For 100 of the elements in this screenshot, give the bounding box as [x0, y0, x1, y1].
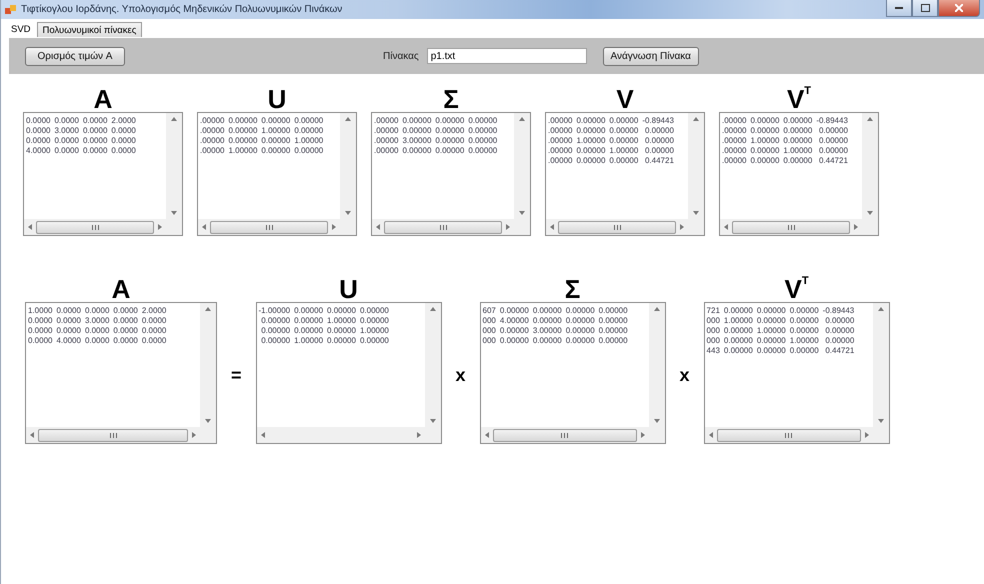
vertical-scrollbar[interactable] — [424, 303, 441, 427]
maximize-icon — [920, 4, 930, 12]
scroll-down-icon[interactable] — [171, 211, 177, 215]
matrix-value: 1.00000 — [576, 136, 606, 146]
scroll-right-icon[interactable] — [680, 224, 684, 230]
matrix-value: 0.0000 — [113, 306, 138, 316]
scroll-right-icon[interactable] — [640, 432, 645, 438]
matrix-value: 000 — [482, 316, 496, 326]
scroll-up-icon[interactable] — [171, 117, 177, 121]
scroll-down-icon[interactable] — [693, 211, 699, 215]
vertical-scrollbar[interactable] — [688, 113, 704, 219]
matrix-listbox[interactable]: 1.0000 0.0000 0.0000 0.0000 2.0000 0.0000 0.0000 3.0000 0.0000 0.0000 0.0000 0.0000 0.0000 0.0000 0.0000 0.0000 4.0000 0.0000 0.0000 0.0000 — [25, 302, 217, 444]
scroll-left-icon[interactable] — [484, 432, 489, 438]
scroll-left-icon[interactable] — [550, 224, 554, 230]
scroll-right-icon[interactable] — [332, 224, 336, 230]
tab[interactable]: Πολυωνυμικοί πίνακες — [36, 22, 142, 37]
scroll-thumb[interactable] — [384, 220, 502, 234]
scroll-up-icon[interactable] — [345, 117, 351, 121]
scroll-left-icon[interactable] — [202, 224, 206, 230]
scroll-right-icon[interactable] — [506, 224, 510, 230]
scroll-down-icon[interactable] — [345, 211, 351, 215]
matrix-value: 0.00000 — [261, 146, 290, 156]
file-field[interactable]: p1.txt — [426, 48, 587, 64]
operator-sign: x — [456, 364, 466, 386]
matrix-listbox[interactable]: -1.00000 0.00000 0.00000 0.00000 0.00000 0.00000 1.00000 0.00000 0.00000 0.00000 0.00000 1.00000 0.00000 1.00000 0.00000 0.00000 — [256, 302, 442, 444]
matrix-value: 0.00000 — [756, 306, 786, 316]
matrix-value: 0.00000 — [609, 116, 638, 126]
matrix-value: 0.00000 — [818, 126, 848, 136]
scroll-up-icon[interactable] — [654, 307, 660, 311]
matrix-listbox[interactable]: .00000 0.00000 0.00000 0.00000 .00000 0.00000 0.00000 0.00000 .00000 3.00000 0.00000 0.00000 .00000 0.00000 0.00000 0.00000 — [371, 112, 531, 236]
matrix-value: 0.00000 — [644, 126, 674, 136]
matrix-value: .00000 — [548, 156, 572, 166]
matrix-listbox[interactable]: .00000 0.00000 0.00000 -0.89443 .00000 0.00000 0.00000 0.00000 .00000 1.00000 0.00000 0.00000 .00000 0.00000 1.00000 0.00000 .00000 0.00000 0.00000 0.44721 — [545, 112, 705, 236]
scroll-up-icon[interactable] — [430, 307, 436, 311]
horizontal-scrollbar[interactable] — [546, 219, 688, 235]
horizontal-scrollbar[interactable] — [198, 219, 340, 235]
scroll-up-icon[interactable] — [693, 117, 699, 121]
vertical-scrollbar[interactable] — [340, 113, 356, 219]
scroll-up-icon[interactable] — [205, 307, 211, 311]
matrix-listbox[interactable]: 0.0000 0.0000 0.0000 2.0000 0.0000 3.0000 0.0000 0.0000 0.0000 0.0000 0.0000 0.0000 4.0000 0.0000 0.0000 0.0000 — [23, 112, 183, 236]
matrix-value: 0.0000 — [82, 126, 108, 136]
matrix-value: 0.0000 — [56, 316, 81, 326]
scroll-down-icon[interactable] — [867, 211, 873, 215]
vertical-scrollbar[interactable] — [166, 113, 182, 219]
minimize-button[interactable] — [886, 0, 912, 17]
scroll-down-icon[interactable] — [654, 419, 660, 423]
grip-icon — [440, 224, 446, 230]
matrix-listbox[interactable]: 721 0.00000 0.00000 0.00000 -0.89443 000 1.00000 0.00000 0.00000 0.00000 000 0.00000 1.00000 0.00000 0.00000 000 0.00000 0.00000 1.00000 0.00000 443 0.00000 0.00000 0.00000 0.44721 — [704, 302, 890, 444]
scroll-thumb[interactable] — [716, 428, 861, 442]
scroll-thumb[interactable] — [38, 428, 188, 442]
scroll-up-icon[interactable] — [867, 117, 873, 121]
scroll-thumb[interactable] — [210, 220, 328, 234]
scroll-right-icon[interactable] — [854, 224, 858, 230]
scroll-thumb[interactable] — [558, 220, 676, 234]
matrix-value: 0.00000 — [576, 116, 606, 126]
horizontal-scrollbar[interactable] — [26, 427, 200, 443]
define-values-button[interactable]: Ορισμός τιμών A — [25, 46, 125, 66]
close-button[interactable] — [938, 0, 980, 17]
scroll-right-icon[interactable] — [158, 224, 162, 230]
vertical-scrollbar[interactable] — [872, 303, 889, 427]
scroll-thumb[interactable] — [492, 428, 637, 442]
vertical-scrollbar[interactable] — [862, 113, 878, 219]
scroll-thumb[interactable] — [36, 220, 154, 234]
scroll-right-icon[interactable] — [192, 432, 196, 438]
scroll-left-icon[interactable] — [28, 224, 32, 230]
horizontal-scrollbar[interactable] — [720, 219, 862, 235]
matrix-heading: Σ — [443, 86, 459, 112]
scroll-thumb[interactable] — [732, 220, 850, 234]
scroll-up-icon[interactable] — [519, 117, 525, 121]
matrix-value: 0.00000 — [500, 306, 529, 316]
matrix-listbox[interactable]: .00000 0.00000 0.00000 -0.89443 .00000 0.00000 0.00000 0.00000 .00000 1.00000 0.00000 0.00000 .00000 0.00000 1.00000 0.00000 .00000 0.00000 0.00000 0.44721 — [719, 112, 879, 236]
matrix-value: 0.00000 — [598, 336, 628, 346]
grip-icon — [266, 224, 272, 230]
scroll-left-icon[interactable] — [260, 432, 265, 438]
scroll-down-icon[interactable] — [519, 211, 525, 215]
scroll-left-icon[interactable] — [724, 224, 728, 230]
scroll-down-icon[interactable] — [878, 419, 884, 423]
matrix-value: 000 — [706, 336, 720, 346]
horizontal-scrollbar[interactable] — [24, 219, 166, 235]
matrix-value: 0.00000 — [724, 346, 753, 356]
horizontal-scrollbar[interactable] — [256, 427, 425, 443]
read-matrix-button[interactable]: Ανάγνωση Πίνακα — [602, 46, 699, 66]
vertical-scrollbar[interactable] — [200, 303, 216, 427]
scroll-left-icon[interactable] — [708, 432, 713, 438]
scroll-down-icon[interactable] — [205, 419, 211, 423]
horizontal-scrollbar[interactable] — [704, 427, 873, 443]
vertical-scrollbar[interactable] — [514, 113, 530, 219]
horizontal-scrollbar[interactable] — [372, 219, 514, 235]
horizontal-scrollbar[interactable] — [480, 427, 649, 443]
scroll-down-icon[interactable] — [430, 419, 436, 423]
scroll-right-icon[interactable] — [416, 432, 421, 438]
matrix-listbox[interactable]: .00000 0.00000 0.00000 0.00000 .00000 0.00000 1.00000 0.00000 .00000 0.00000 0.00000 1.00000 .00000 1.00000 0.00000 0.00000 — [197, 112, 357, 236]
maximize-button[interactable] — [912, 0, 938, 17]
scroll-up-icon[interactable] — [878, 307, 884, 311]
matrix-listbox[interactable]: 607 0.00000 0.00000 0.00000 0.00000 000 4.00000 0.00000 0.00000 0.00000 000 0.00000 3.00000 0.00000 0.00000 000 0.00000 0.00000 0.00000 0.00000 — [480, 302, 666, 444]
vertical-scrollbar[interactable] — [648, 303, 665, 427]
scroll-left-icon[interactable] — [30, 432, 34, 438]
scroll-left-icon[interactable] — [376, 224, 380, 230]
scroll-right-icon[interactable] — [864, 432, 869, 438]
matrix-value: 0.00000 — [576, 156, 606, 166]
